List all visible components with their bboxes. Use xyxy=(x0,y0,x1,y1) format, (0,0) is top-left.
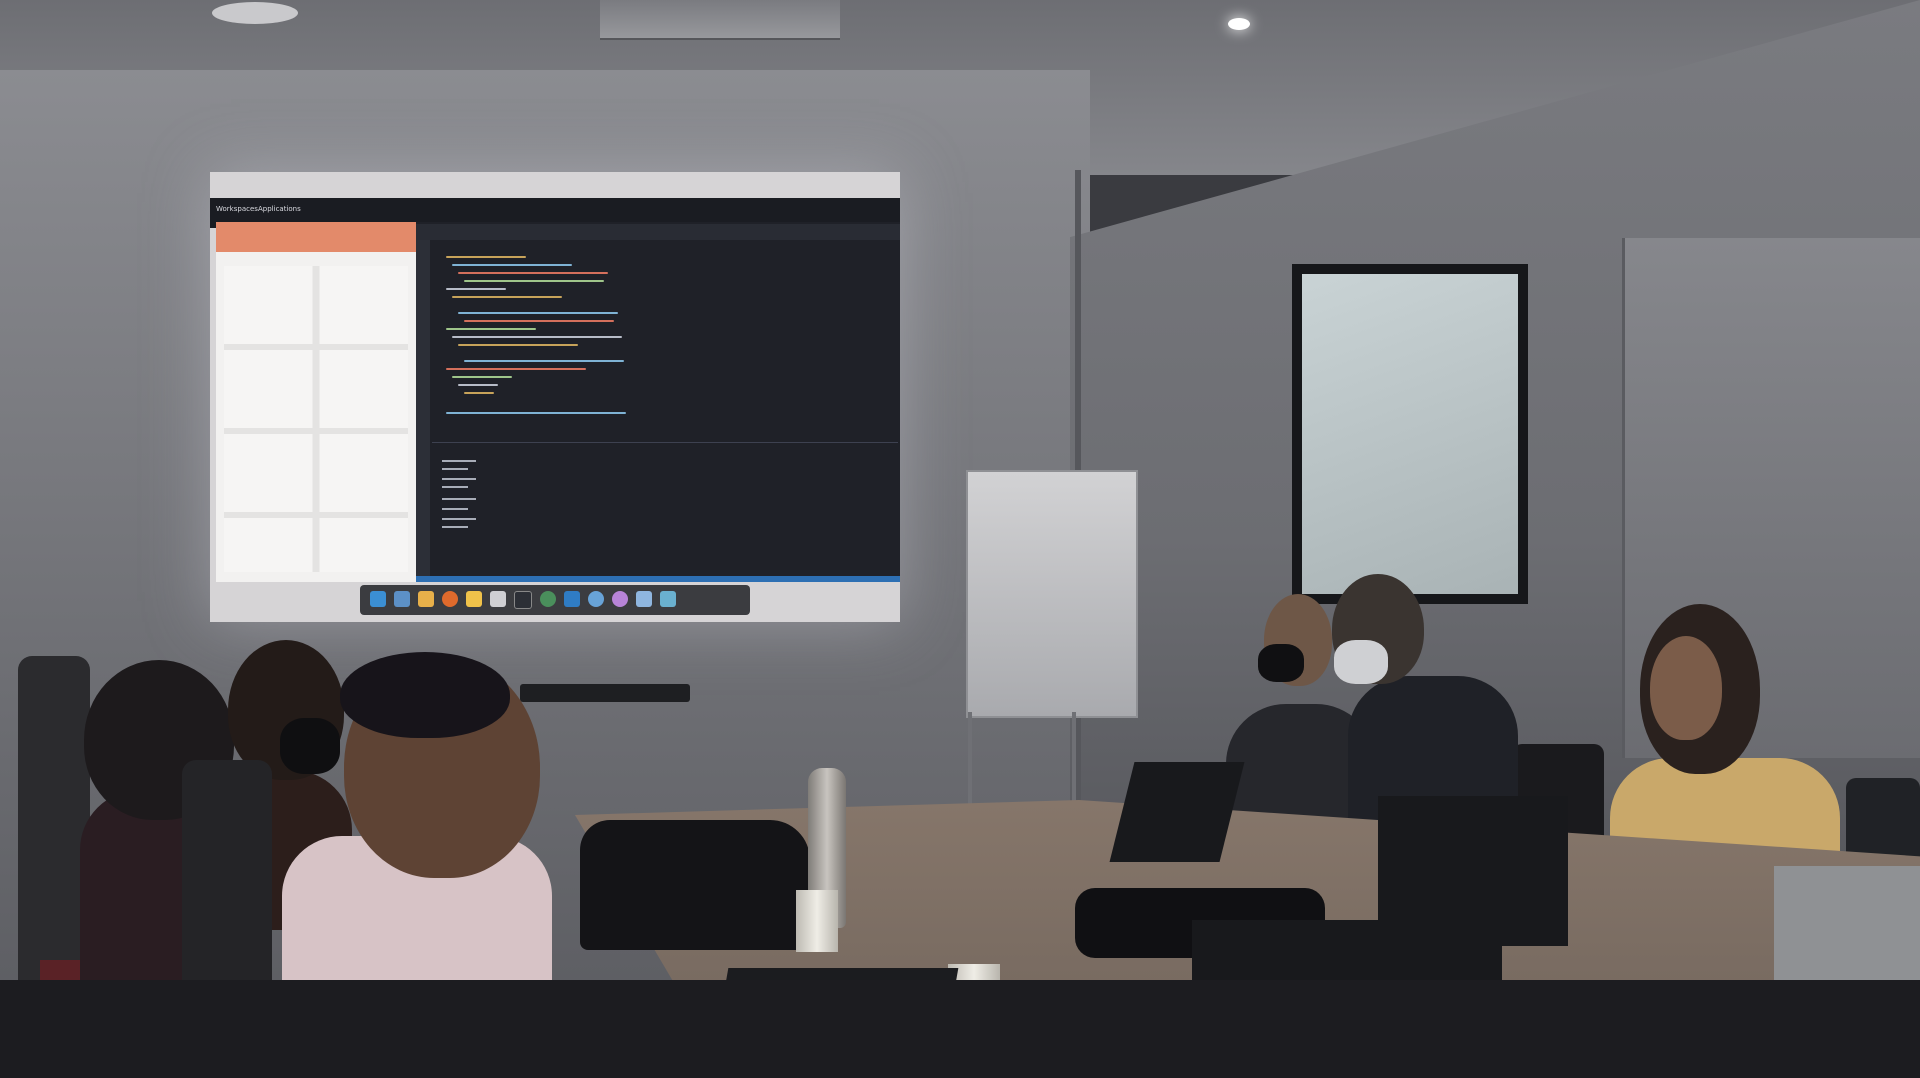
applications-label: Applications xyxy=(258,205,301,213)
app-icon xyxy=(612,591,628,607)
vscode-icon xyxy=(370,591,386,607)
flipchart-board xyxy=(966,470,1138,718)
face-mask xyxy=(1258,644,1304,682)
code-line xyxy=(446,412,626,414)
code-line xyxy=(458,272,608,274)
code-line xyxy=(446,328,536,330)
browser-page-grid xyxy=(224,266,408,572)
flipchart-leg xyxy=(968,712,972,812)
frosted-window xyxy=(1292,264,1528,604)
apps-grid-icon xyxy=(418,591,434,607)
person-hair xyxy=(340,652,510,738)
code-line xyxy=(446,256,526,258)
person-face xyxy=(1650,636,1722,740)
terminal-line xyxy=(442,498,476,500)
backpack xyxy=(580,820,810,950)
ceiling-ac-unit xyxy=(600,0,840,40)
files-icon xyxy=(394,591,410,607)
terminal-line xyxy=(442,526,468,528)
flipchart-leg xyxy=(1072,712,1076,812)
image-viewer-icon xyxy=(660,591,676,607)
code-line xyxy=(452,376,512,378)
browser-chrome xyxy=(216,222,416,252)
ceiling-light xyxy=(212,2,298,24)
settings-icon xyxy=(490,591,506,607)
editor-activity-bar xyxy=(416,240,430,582)
code-line xyxy=(464,360,624,362)
code-line xyxy=(446,288,506,290)
terminal-line xyxy=(442,508,468,510)
code-line xyxy=(452,264,572,266)
face-mask xyxy=(280,718,340,774)
folder-icon xyxy=(466,591,482,607)
wall-rail xyxy=(520,684,690,702)
terminal-line xyxy=(442,478,476,480)
ceiling-light xyxy=(1228,18,1250,30)
chrome-icon xyxy=(540,591,556,607)
code-line xyxy=(464,392,494,394)
conference-room-photo: Workspaces Applications xyxy=(0,0,1920,1078)
code-line xyxy=(446,368,586,370)
code-line xyxy=(464,280,604,282)
taskbar-dock xyxy=(360,585,750,615)
terminal-line xyxy=(442,518,476,520)
floor-shadow xyxy=(0,980,1920,1078)
code-line xyxy=(464,320,614,322)
code-line xyxy=(452,336,622,338)
code-editor-pane xyxy=(416,222,900,582)
terminal-line xyxy=(442,486,468,488)
paper-cup xyxy=(796,890,838,952)
projected-screen: Workspaces Applications xyxy=(210,172,900,622)
terminal-line xyxy=(442,460,476,462)
terminal-icon xyxy=(514,591,532,609)
browser-preview-pane xyxy=(216,222,416,582)
editor-icon xyxy=(564,591,580,607)
code-line xyxy=(452,296,562,298)
face-mask xyxy=(1334,640,1388,684)
editor-status-bar xyxy=(416,576,900,582)
browser-icon xyxy=(588,591,604,607)
code-line xyxy=(458,384,498,386)
editor-tab-bar xyxy=(416,224,900,240)
code-line xyxy=(458,344,578,346)
workspaces-label: Workspaces xyxy=(216,205,258,213)
code-line xyxy=(458,312,618,314)
terminal-divider xyxy=(432,442,898,443)
firefox-icon xyxy=(442,591,458,607)
terminal-line xyxy=(442,468,468,470)
document-icon xyxy=(636,591,652,607)
